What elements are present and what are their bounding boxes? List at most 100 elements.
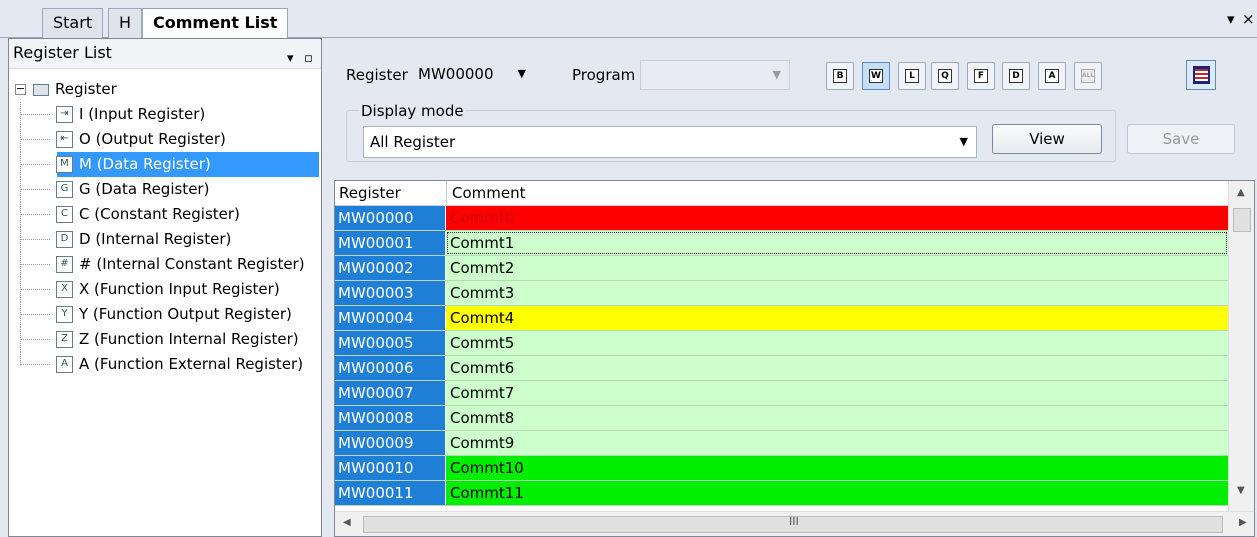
register-cell[interactable]: MW00001 [335, 231, 445, 255]
comment-cell[interactable]: Commt3 [446, 281, 1228, 305]
vertical-scrollbar[interactable]: ▲ ▼ [1228, 181, 1254, 511]
data-register-icon: M [56, 156, 73, 173]
register-cell[interactable]: MW00004 [335, 306, 445, 330]
table-row[interactable]: MW00011 Commt11 [335, 481, 1228, 506]
scroll-left-icon[interactable]: ◀ [343, 517, 351, 528]
register-cell[interactable]: MW00007 [335, 381, 445, 405]
a-register-button[interactable]: A [1038, 62, 1066, 90]
column-header-comment[interactable]: Comment [452, 184, 526, 202]
table-row[interactable]: MW00001 Commt1 [335, 231, 1228, 256]
register-cell[interactable]: MW00010 [335, 456, 445, 480]
tree-item[interactable]: Z Z (Function Internal Register) [9, 327, 321, 352]
table-row[interactable]: MW00007 Commt7 [335, 381, 1228, 406]
view-button[interactable]: View [992, 124, 1102, 154]
scroll-up-icon[interactable]: ▲ [1237, 187, 1245, 198]
tab-comment-list[interactable]: Comment List [142, 8, 289, 39]
tree-item-label: C (Constant Register) [79, 205, 240, 223]
grid-view-button[interactable] [1186, 60, 1216, 90]
program-combobox[interactable]: ▼ [640, 60, 790, 90]
b-register-button[interactable]: B [826, 62, 854, 90]
tree-item[interactable]: D D (Internal Register) [9, 227, 321, 252]
l-register-button[interactable]: L [898, 62, 926, 90]
tab-start[interactable]: Start [42, 8, 104, 38]
tab-h[interactable]: H [108, 8, 142, 38]
tree-item[interactable]: Y Y (Function Output Register) [9, 302, 321, 327]
register-cell[interactable]: MW00011 [335, 481, 445, 505]
comment-cell[interactable]: Commt7 [446, 381, 1228, 405]
comment-cell[interactable]: Commt5 [446, 331, 1228, 355]
comment-cell[interactable]: Commt0 [446, 206, 1228, 230]
comment-cell[interactable]: Commt9 [446, 431, 1228, 455]
register-cell[interactable]: MW00008 [335, 406, 445, 430]
close-tab-icon[interactable]: × [1242, 10, 1255, 28]
tree-item[interactable]: G G (Data Register) [9, 177, 321, 202]
table-row[interactable]: MW00009 Commt9 [335, 431, 1228, 456]
grid-table-icon [1193, 66, 1210, 84]
function-input-register-icon: X [56, 281, 73, 298]
register-combobox-value: MW00000 [418, 65, 494, 83]
table-row[interactable]: MW00008 Commt8 [335, 406, 1228, 431]
register-list-pane: Register List ▾ ▫ − Register ⇥ I (Input R… [8, 38, 322, 537]
table-row[interactable]: MW00003 Commt3 [335, 281, 1228, 306]
tree-item[interactable]: M M (Data Register) [9, 152, 321, 177]
register-cell[interactable]: MW00009 [335, 431, 445, 455]
comment-cell[interactable]: Commt10 [446, 456, 1228, 480]
scroll-thumb-horizontal[interactable]: III [363, 515, 1223, 533]
table-row[interactable]: MW00002 Commt2 [335, 256, 1228, 281]
comment-cell[interactable]: Commt6 [446, 356, 1228, 380]
chevron-down-icon[interactable]: ▼ [960, 127, 968, 157]
scroll-down-icon[interactable]: ▼ [1237, 485, 1245, 496]
global-register-icon: G [56, 181, 73, 198]
table-row[interactable]: MW00000 Commt0 [335, 206, 1228, 231]
tree-item-label: I (Input Register) [79, 105, 206, 123]
comment-cell[interactable]: Commt8 [446, 406, 1228, 430]
horizontal-scrollbar[interactable]: ◀ III ▶ [335, 511, 1254, 536]
comment-cell[interactable]: Commt4 [446, 306, 1228, 330]
w-register-button[interactable]: W [862, 62, 890, 90]
tree-item-label: X (Function Input Register) [79, 280, 280, 298]
f-register-button[interactable]: F [967, 62, 995, 90]
q-register-button[interactable]: Q [931, 62, 959, 90]
pin-icon[interactable]: ▫ [304, 45, 313, 73]
chevron-down-icon[interactable]: ▼ [518, 61, 526, 87]
table-row[interactable]: MW00006 Commt6 [335, 356, 1228, 381]
save-button[interactable]: Save [1127, 124, 1235, 154]
tree-item[interactable]: ⇤ O (Output Register) [9, 127, 321, 152]
tree-root-register[interactable]: − Register [9, 77, 321, 102]
scroll-right-icon[interactable]: ▶ [1239, 517, 1247, 528]
scroll-thumb[interactable] [1233, 208, 1251, 232]
chevron-down-icon[interactable]: ▼ [773, 68, 781, 81]
tree-item[interactable]: C C (Constant Register) [9, 202, 321, 227]
register-cell[interactable]: MW00000 [335, 206, 445, 230]
register-tree: − Register ⇥ I (Input Register) ⇤ O (Output… [9, 77, 321, 377]
d-register-button[interactable]: D [1002, 62, 1030, 90]
table-row[interactable]: MW00004 Commt4 [335, 306, 1228, 331]
register-cell[interactable]: MW00003 [335, 281, 445, 305]
column-divider[interactable] [446, 181, 447, 205]
register-cell[interactable]: MW00005 [335, 331, 445, 355]
output-register-icon: ⇤ [56, 131, 73, 148]
register-cell[interactable]: MW00002 [335, 256, 445, 280]
register-label: Register [346, 66, 408, 84]
table-row[interactable]: MW00005 Commt5 [335, 331, 1228, 356]
pane-menu-icon[interactable]: ▾ [287, 45, 294, 73]
register-combobox[interactable]: MW00000 ▼ [413, 60, 533, 88]
comment-cell[interactable]: Commt2 [446, 256, 1228, 280]
tree-item[interactable]: ⇥ I (Input Register) [9, 102, 321, 127]
display-mode-combobox[interactable]: All Register ▼ [363, 126, 977, 158]
function-external-register-icon: A [56, 356, 73, 373]
tree-item[interactable]: X X (Function Input Register) [9, 277, 321, 302]
register-cell[interactable]: MW00006 [335, 356, 445, 380]
tree-item[interactable]: # # (Internal Constant Register) [9, 252, 321, 277]
window-list-icon[interactable]: ▾ [1227, 10, 1235, 28]
pane-title-text: Register List [13, 43, 112, 62]
collapse-icon[interactable]: − [15, 83, 26, 95]
f-type-icon: F [974, 69, 988, 83]
comment-cell[interactable]: Commt1 [446, 231, 1228, 255]
column-header-register[interactable]: Register [339, 184, 401, 202]
table-row[interactable]: MW00010 Commt10 [335, 456, 1228, 481]
d-type-icon: D [1009, 69, 1023, 83]
comment-cell[interactable]: Commt11 [446, 481, 1228, 505]
all-register-button[interactable]: ALL [1074, 62, 1102, 90]
tree-item[interactable]: A A (Function External Register) [9, 352, 321, 377]
